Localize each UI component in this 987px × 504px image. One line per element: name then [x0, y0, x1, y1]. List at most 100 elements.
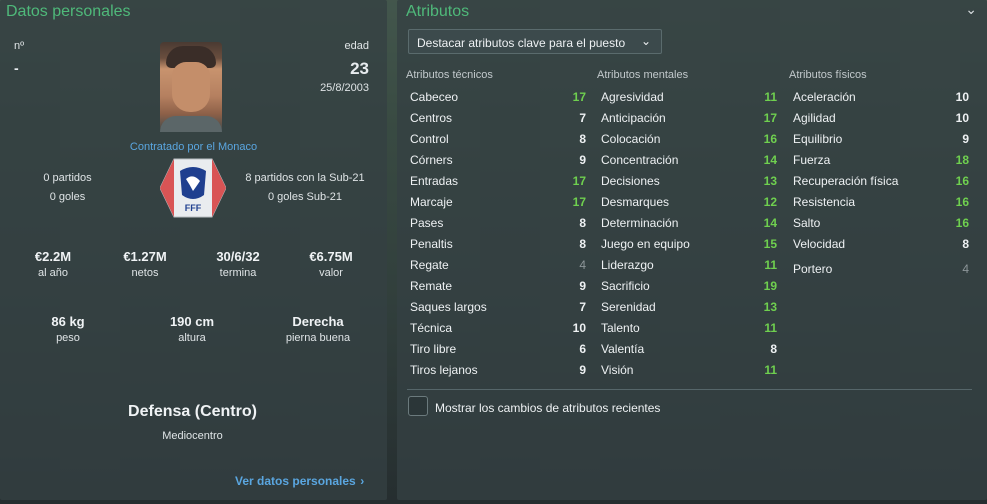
- attribute-value: 10: [955, 89, 969, 104]
- main-position: Defensa (Centro): [128, 403, 257, 420]
- attribute-name: Agresividad: [601, 89, 664, 104]
- attribute-row[interactable]: Salto 16: [789, 212, 973, 233]
- attribute-row[interactable]: Visión 11: [597, 359, 781, 380]
- attribute-name: Técnica: [410, 320, 453, 335]
- attribute-row[interactable]: Pases 8: [406, 212, 590, 233]
- attribute-row[interactable]: Tiro libre 6: [406, 338, 590, 359]
- attribute-row[interactable]: Remate 9: [406, 275, 590, 296]
- attribute-value: 10: [572, 320, 586, 335]
- attribute-value: 15: [763, 236, 777, 251]
- attribute-name: Agilidad: [793, 110, 836, 125]
- national-team-badge[interactable]: FFF: [160, 157, 226, 219]
- attribute-name: Sacrificio: [601, 278, 650, 293]
- attribute-name: Talento: [601, 320, 640, 335]
- contract-club-link[interactable]: Contratado por el Monaco: [130, 141, 257, 153]
- attribute-value: 9: [962, 131, 969, 146]
- attribute-row[interactable]: Decisiones 13: [597, 170, 781, 191]
- attribute-name: Cabeceo: [410, 89, 459, 104]
- player-portrait: [160, 42, 222, 132]
- height-value: 190 cm: [169, 314, 215, 329]
- attribute-row[interactable]: Equilibrio 9: [789, 128, 973, 149]
- personal-panel-title: Datos personales: [6, 3, 131, 20]
- attribute-row[interactable]: Talento 11: [597, 317, 781, 338]
- attribute-row-goalkeeper[interactable]: Portero 4: [789, 258, 973, 279]
- physical-header: Atributos físicos: [789, 69, 867, 81]
- attribute-row[interactable]: Sacrificio 19: [597, 275, 781, 296]
- attribute-row[interactable]: Entradas 17: [406, 170, 590, 191]
- attribute-name: Centros: [410, 110, 453, 125]
- secondary-position: Mediocentro: [162, 430, 223, 442]
- attribute-name: Concentración: [601, 152, 679, 167]
- goalkeeper-row-wrap: Portero 4: [789, 258, 973, 279]
- attribute-name: Córners: [410, 152, 453, 167]
- shirt-number-label: nº: [14, 40, 25, 52]
- attribute-name: Valentía: [601, 341, 645, 356]
- attribute-name: Regate: [410, 257, 449, 272]
- attribute-row[interactable]: Control 8: [406, 128, 590, 149]
- recent-changes-checkbox[interactable]: [408, 396, 428, 416]
- view-personal-data-link[interactable]: Ver datos personales ›: [235, 472, 364, 490]
- attribute-name: Juego en equipo: [601, 236, 690, 251]
- attribute-value: 17: [572, 194, 586, 209]
- attribute-row[interactable]: Centros 7: [406, 107, 590, 128]
- physical-attributes-list: Aceleración 10 Agilidad 10 Equilibrio 9 Fuerza…: [789, 86, 973, 254]
- attributes-panel: Atributos ⌄ Destacar atributos clave par…: [397, 0, 987, 500]
- attribute-row[interactable]: Penaltis 8: [406, 233, 590, 254]
- attribute-name: Velocidad: [793, 236, 846, 251]
- attribute-row[interactable]: Saques largos 7: [406, 296, 590, 317]
- attribute-row[interactable]: Anticipación 17: [597, 107, 781, 128]
- attribute-row[interactable]: Resistencia 16: [789, 191, 973, 212]
- attribute-row[interactable]: Técnica 10: [406, 317, 590, 338]
- attribute-value: 4: [962, 261, 969, 276]
- birthdate: 25/8/2003: [320, 82, 369, 94]
- net-wage-block: €1.27M netos: [110, 249, 180, 279]
- attribute-row[interactable]: Cabeceo 17: [406, 86, 590, 107]
- attribute-value: 16: [763, 131, 777, 146]
- attribute-row[interactable]: Recuperación física 16: [789, 170, 973, 191]
- attribute-row[interactable]: Agresividad 11: [597, 86, 781, 107]
- attribute-name: Control: [410, 131, 449, 146]
- attribute-row[interactable]: Desmarques 12: [597, 191, 781, 212]
- attribute-value: 7: [579, 299, 586, 314]
- personal-data-panel: Datos personales nº - edad 23 25/8/2003 …: [0, 0, 387, 500]
- attribute-row[interactable]: Serenidad 13: [597, 296, 781, 317]
- shirt-number-value: -: [14, 60, 19, 76]
- attribute-value: 16: [955, 194, 969, 209]
- attribute-row[interactable]: Fuerza 18: [789, 149, 973, 170]
- market-value: €6.75M: [309, 249, 353, 264]
- age-label: edad: [344, 40, 369, 52]
- attributes-panel-title: Atributos: [406, 3, 470, 20]
- attribute-name: Decisiones: [601, 173, 660, 188]
- recent-changes-label: Mostrar los cambios de atributos recient…: [435, 401, 661, 415]
- preferred-foot-label: pierna buena: [285, 332, 351, 344]
- attribute-row[interactable]: Colocación 16: [597, 128, 781, 149]
- mental-attributes-list: Agresividad 11 Anticipación 17 Colocación 16 C…: [597, 86, 781, 380]
- mental-header: Atributos mentales: [597, 69, 689, 81]
- attribute-row[interactable]: Marcaje 17: [406, 191, 590, 212]
- attribute-row[interactable]: Valentía 8: [597, 338, 781, 359]
- attribute-row[interactable]: Velocidad 8: [789, 233, 973, 254]
- attribute-value: 9: [579, 278, 586, 293]
- attribute-value: 4: [579, 257, 586, 272]
- attribute-value: 9: [579, 152, 586, 167]
- attribute-value: 17: [572, 173, 586, 188]
- attribute-row[interactable]: Aceleración 10: [789, 86, 973, 107]
- attribute-row[interactable]: Regate 4: [406, 254, 590, 275]
- attribute-value: 11: [764, 257, 777, 272]
- attribute-row[interactable]: Liderazgo 11: [597, 254, 781, 275]
- attribute-name: Entradas: [410, 173, 459, 188]
- attribute-row[interactable]: Córners 9: [406, 149, 590, 170]
- u21-matches: 8 partidos con la Sub-21: [245, 172, 365, 184]
- preferred-foot-value: Derecha: [292, 314, 344, 329]
- attribute-row[interactable]: Juego en equipo 15: [597, 233, 781, 254]
- weight-block: 86 kg peso: [28, 314, 108, 344]
- chevron-down-icon[interactable]: ⌄: [965, 1, 977, 18]
- attribute-row[interactable]: Agilidad 10: [789, 107, 973, 128]
- attribute-value: 6: [579, 341, 586, 356]
- badge-text: FFF: [185, 203, 202, 213]
- highlight-attributes-dropdown[interactable]: Destacar atributos clave para el puesto …: [408, 29, 662, 54]
- attribute-row[interactable]: Determinación 14: [597, 212, 781, 233]
- attribute-name: Remate: [410, 278, 453, 293]
- attribute-row[interactable]: Concentración 14: [597, 149, 781, 170]
- attribute-row[interactable]: Tiros lejanos 9: [406, 359, 590, 380]
